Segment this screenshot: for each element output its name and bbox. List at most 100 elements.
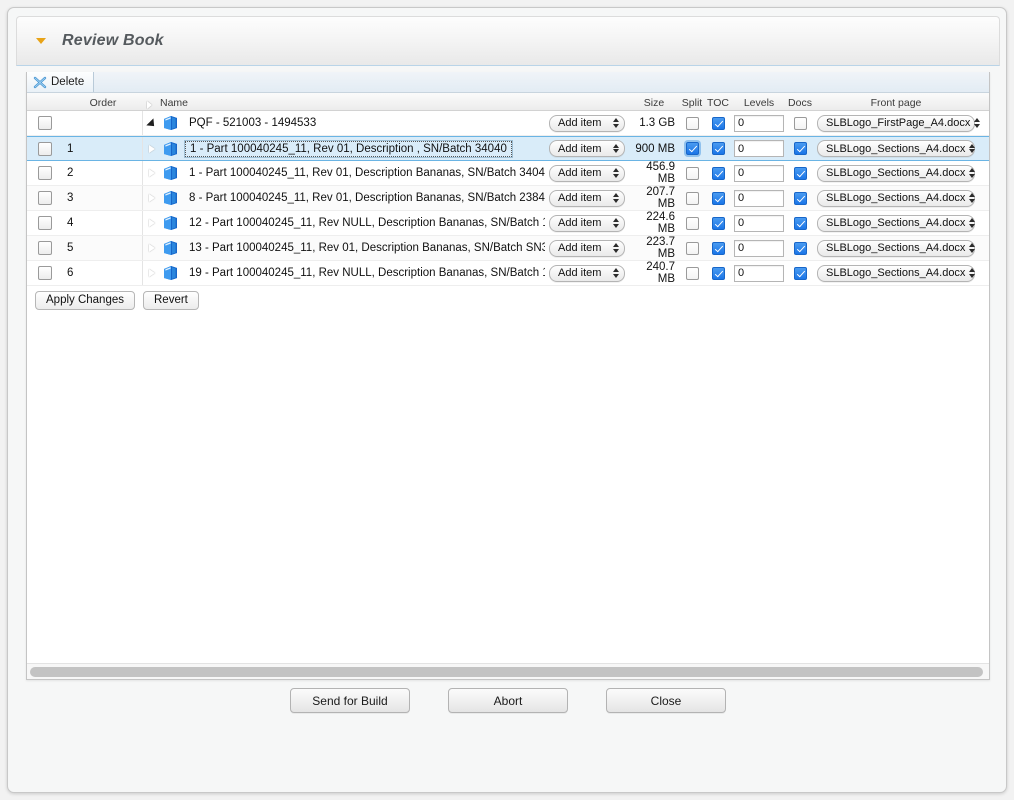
row-name-label[interactable]: 1 - Part 100040245_11, Rev 01, Descripti… bbox=[184, 139, 513, 158]
row-expander[interactable] bbox=[143, 114, 161, 132]
add-item-dropdown[interactable]: Add item bbox=[549, 264, 625, 282]
row-front-page-cell[interactable]: SLBLogo_Sections_A4.docx bbox=[813, 264, 979, 282]
triangle-right-icon[interactable] bbox=[149, 219, 155, 227]
row-docs-cell[interactable] bbox=[787, 116, 813, 130]
row-name-label[interactable]: 12 - Part 100040245_11, Rev NULL, Descri… bbox=[185, 216, 545, 230]
row-split-cell[interactable] bbox=[679, 166, 705, 180]
levels-input[interactable]: 0 bbox=[734, 239, 784, 257]
row-toc-cell[interactable] bbox=[705, 266, 731, 280]
row-expander[interactable] bbox=[143, 214, 161, 232]
front-page-dropdown[interactable]: SLBLogo_Sections_A4.docx bbox=[817, 140, 976, 157]
triangle-right-icon[interactable] bbox=[149, 194, 155, 202]
table-row[interactable]: 1 1 - Part 100040245_11, Rev 01, Descript… bbox=[27, 136, 989, 161]
triangle-right-icon[interactable] bbox=[149, 144, 155, 153]
front-page-dropdown[interactable]: SLBLogo_Sections_A4.docx bbox=[817, 164, 976, 182]
abort-button[interactable]: Abort bbox=[448, 688, 568, 713]
row-levels-cell[interactable]: 0 bbox=[731, 140, 787, 157]
row-split-cell[interactable] bbox=[679, 116, 705, 130]
checkbox[interactable] bbox=[793, 142, 807, 155]
checkbox[interactable] bbox=[38, 266, 52, 280]
table-row[interactable]: PQF - 521003 - 1494533 Add item 1.3 GB 0 SLB… bbox=[27, 111, 989, 136]
header-front-page[interactable]: Front page bbox=[813, 97, 979, 110]
row-add-item-cell[interactable]: Add item bbox=[545, 140, 629, 157]
row-split-cell[interactable] bbox=[679, 191, 705, 205]
row-docs-cell[interactable] bbox=[787, 191, 813, 205]
row-docs-cell[interactable] bbox=[787, 142, 813, 155]
header-name-cell[interactable]: Name bbox=[143, 93, 545, 110]
header-size[interactable]: Size bbox=[629, 97, 679, 110]
row-name-cell[interactable]: 13 - Part 100040245_11, Rev 01, Descript… bbox=[143, 236, 545, 260]
checkbox[interactable] bbox=[685, 166, 699, 180]
checkbox[interactable] bbox=[38, 116, 52, 130]
checkbox[interactable] bbox=[685, 266, 699, 280]
row-select-checkbox-cell[interactable] bbox=[27, 216, 63, 230]
add-item-dropdown[interactable]: Add item bbox=[549, 214, 625, 232]
checkbox[interactable] bbox=[685, 241, 699, 255]
revert-button[interactable]: Revert bbox=[143, 291, 199, 310]
row-front-page-cell[interactable]: SLBLogo_Sections_A4.docx bbox=[813, 214, 979, 232]
levels-input[interactable]: 0 bbox=[734, 114, 784, 132]
levels-input[interactable]: 0 bbox=[734, 189, 784, 207]
add-item-dropdown[interactable]: Add item bbox=[549, 114, 625, 132]
row-docs-cell[interactable] bbox=[787, 266, 813, 280]
checkbox[interactable] bbox=[38, 141, 52, 156]
row-levels-cell[interactable]: 0 bbox=[731, 214, 787, 232]
row-add-item-cell[interactable]: Add item bbox=[545, 189, 629, 207]
row-add-item-cell[interactable]: Add item bbox=[545, 264, 629, 282]
triangle-down-icon[interactable] bbox=[36, 38, 46, 44]
checkbox[interactable] bbox=[711, 266, 725, 280]
front-page-dropdown[interactable]: SLBLogo_FirstPage_A4.docx bbox=[817, 114, 981, 132]
checkbox[interactable] bbox=[793, 266, 807, 280]
checkbox[interactable] bbox=[711, 216, 725, 230]
row-name-label[interactable]: 8 - Part 100040245_11, Rev 01, Descripti… bbox=[185, 191, 545, 205]
front-page-dropdown[interactable]: SLBLogo_Sections_A4.docx bbox=[817, 214, 976, 232]
table-row[interactable]: 5 13 - Part 100040245_11, Rev 01, Descrip… bbox=[27, 236, 989, 261]
send-for-build-button[interactable]: Send for Build bbox=[290, 688, 410, 713]
row-docs-cell[interactable] bbox=[787, 241, 813, 255]
row-add-item-cell[interactable]: Add item bbox=[545, 114, 629, 132]
front-page-dropdown[interactable]: SLBLogo_Sections_A4.docx bbox=[817, 264, 976, 282]
row-name-label[interactable]: 13 - Part 100040245_11, Rev 01, Descript… bbox=[185, 241, 545, 255]
row-front-page-cell[interactable]: SLBLogo_Sections_A4.docx bbox=[813, 164, 979, 182]
row-expander[interactable] bbox=[143, 189, 161, 207]
checkbox[interactable] bbox=[793, 216, 807, 230]
close-button[interactable]: Close bbox=[606, 688, 726, 713]
row-add-item-cell[interactable]: Add item bbox=[545, 214, 629, 232]
checkbox[interactable] bbox=[711, 166, 725, 180]
row-toc-cell[interactable] bbox=[705, 216, 731, 230]
checkbox[interactable] bbox=[685, 216, 699, 230]
delete-button[interactable]: Delete bbox=[27, 72, 95, 92]
row-levels-cell[interactable]: 0 bbox=[731, 164, 787, 182]
row-name-cell[interactable]: 1 - Part 100040245_11, Rev 01, Descripti… bbox=[143, 137, 545, 160]
row-toc-cell[interactable] bbox=[705, 142, 731, 155]
row-expander[interactable] bbox=[143, 140, 161, 158]
header-split[interactable]: Split bbox=[679, 97, 705, 110]
row-split-cell[interactable] bbox=[679, 216, 705, 230]
checkbox[interactable] bbox=[711, 191, 725, 205]
row-select-checkbox-cell[interactable] bbox=[27, 141, 63, 156]
apply-changes-button[interactable]: Apply Changes bbox=[35, 291, 135, 310]
triangle-right-icon[interactable] bbox=[149, 244, 155, 252]
row-levels-cell[interactable]: 0 bbox=[731, 264, 787, 282]
header-toc[interactable]: TOC bbox=[705, 97, 731, 110]
row-toc-cell[interactable] bbox=[705, 241, 731, 255]
row-toc-cell[interactable] bbox=[705, 191, 731, 205]
add-item-dropdown[interactable]: Add item bbox=[549, 239, 625, 257]
checkbox[interactable] bbox=[38, 241, 52, 255]
checkbox[interactable] bbox=[793, 116, 807, 130]
row-name-cell[interactable]: 8 - Part 100040245_11, Rev 01, Descripti… bbox=[143, 186, 545, 210]
row-docs-cell[interactable] bbox=[787, 166, 813, 180]
levels-input[interactable]: 0 bbox=[734, 214, 784, 232]
row-name-label[interactable]: 19 - Part 100040245_11, Rev NULL, Descri… bbox=[185, 266, 545, 280]
row-name-cell[interactable]: 12 - Part 100040245_11, Rev NULL, Descri… bbox=[143, 211, 545, 235]
horizontal-scrollbar[interactable] bbox=[27, 663, 989, 679]
triangle-right-icon[interactable] bbox=[149, 169, 155, 177]
checkbox[interactable] bbox=[711, 241, 725, 255]
row-split-cell[interactable] bbox=[679, 241, 705, 255]
row-front-page-cell[interactable]: SLBLogo_FirstPage_A4.docx bbox=[813, 114, 981, 132]
row-expander[interactable] bbox=[143, 264, 161, 282]
row-add-item-cell[interactable]: Add item bbox=[545, 239, 629, 257]
checkbox[interactable] bbox=[38, 166, 52, 180]
table-row[interactable]: 2 1 - Part 100040245_11, Rev 01, Descript… bbox=[27, 161, 989, 186]
row-expander[interactable] bbox=[143, 164, 161, 182]
